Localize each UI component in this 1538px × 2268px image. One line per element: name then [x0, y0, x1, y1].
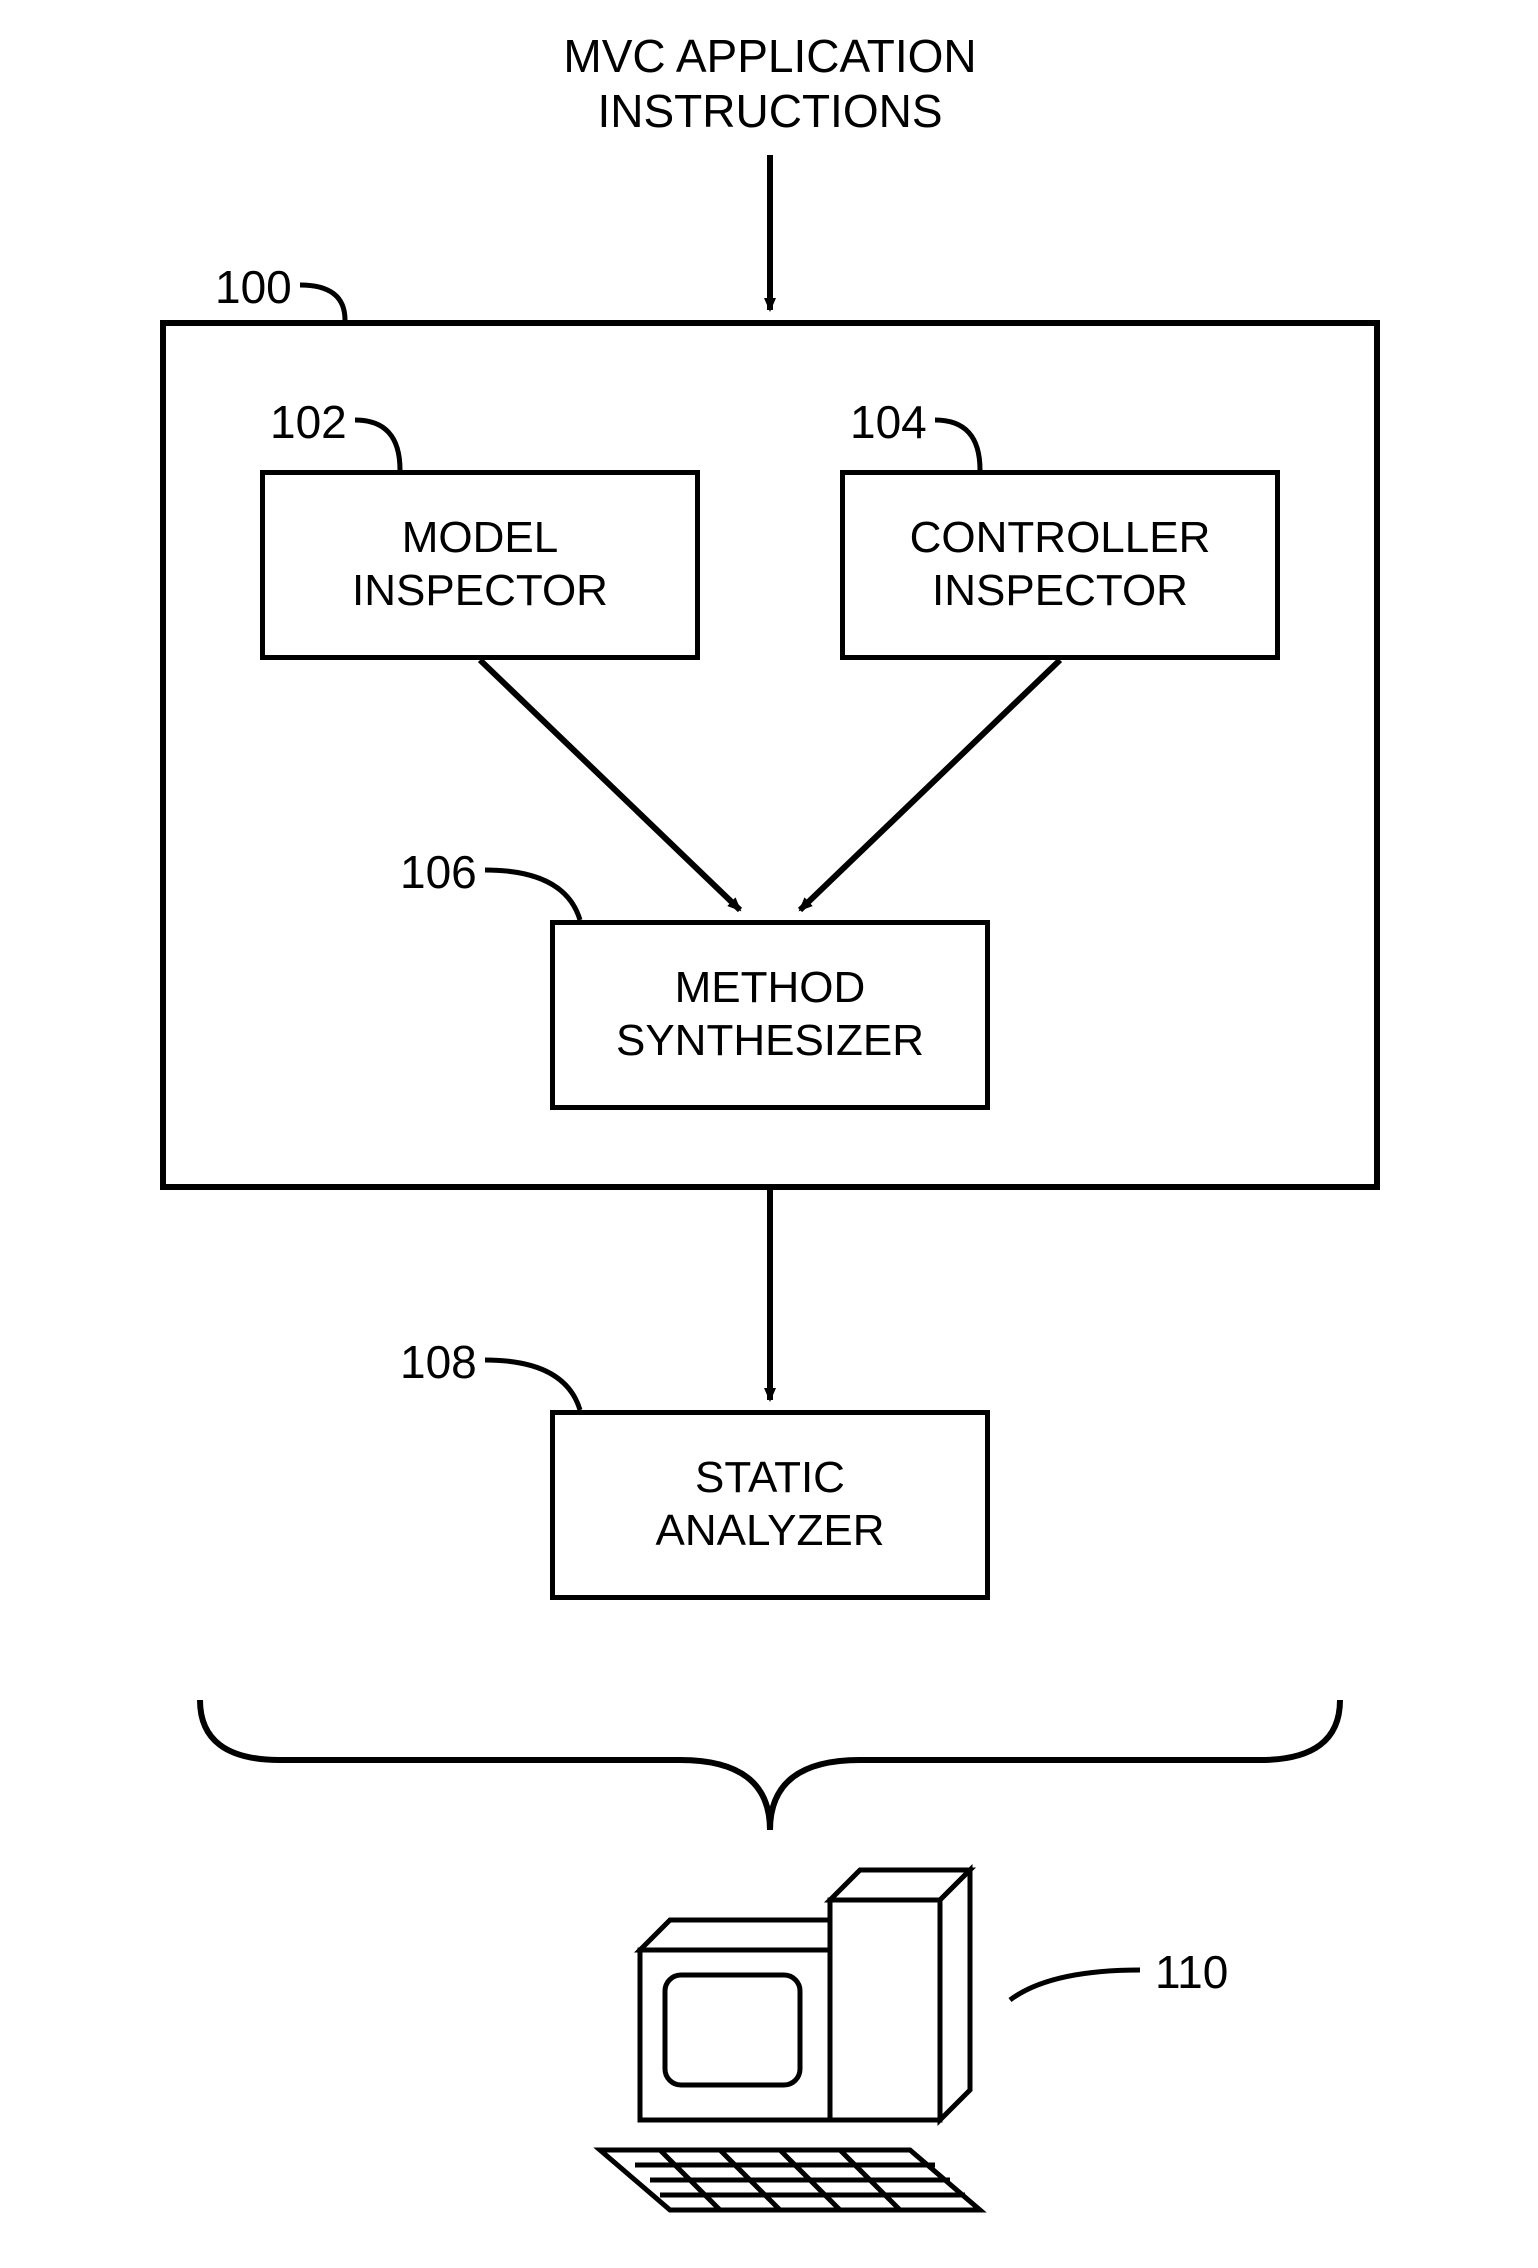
- computer-icon: [600, 1870, 980, 2210]
- title-line2: INSTRUCTIONS: [450, 85, 1090, 138]
- leader-100: [300, 285, 345, 320]
- ref-method-synthesizer: 106: [400, 845, 477, 899]
- leader-110: [1010, 1970, 1140, 2000]
- ref-static-analyzer: 108: [400, 1335, 477, 1389]
- controller-inspector-box: CONTROLLER INSPECTOR: [840, 470, 1280, 660]
- ref-container: 100: [215, 260, 292, 314]
- method-synthesizer-label: METHOD SYNTHESIZER: [616, 962, 924, 1068]
- static-analyzer-label: STATIC ANALYZER: [655, 1452, 884, 1558]
- controller-inspector-label: CONTROLLER INSPECTOR: [910, 512, 1211, 618]
- model-inspector-label: MODEL INSPECTOR: [352, 512, 608, 618]
- leader-108: [485, 1360, 580, 1410]
- static-analyzer-box: STATIC ANALYZER: [550, 1410, 990, 1600]
- ref-model-inspector: 102: [270, 395, 347, 449]
- ref-computer: 110: [1155, 1945, 1228, 1999]
- model-inspector-box: MODEL INSPECTOR: [260, 470, 700, 660]
- title-line1: MVC APPLICATION: [450, 30, 1090, 83]
- ref-controller-inspector: 104: [850, 395, 927, 449]
- method-synthesizer-box: METHOD SYNTHESIZER: [550, 920, 990, 1110]
- curly-brace: [200, 1700, 1340, 1830]
